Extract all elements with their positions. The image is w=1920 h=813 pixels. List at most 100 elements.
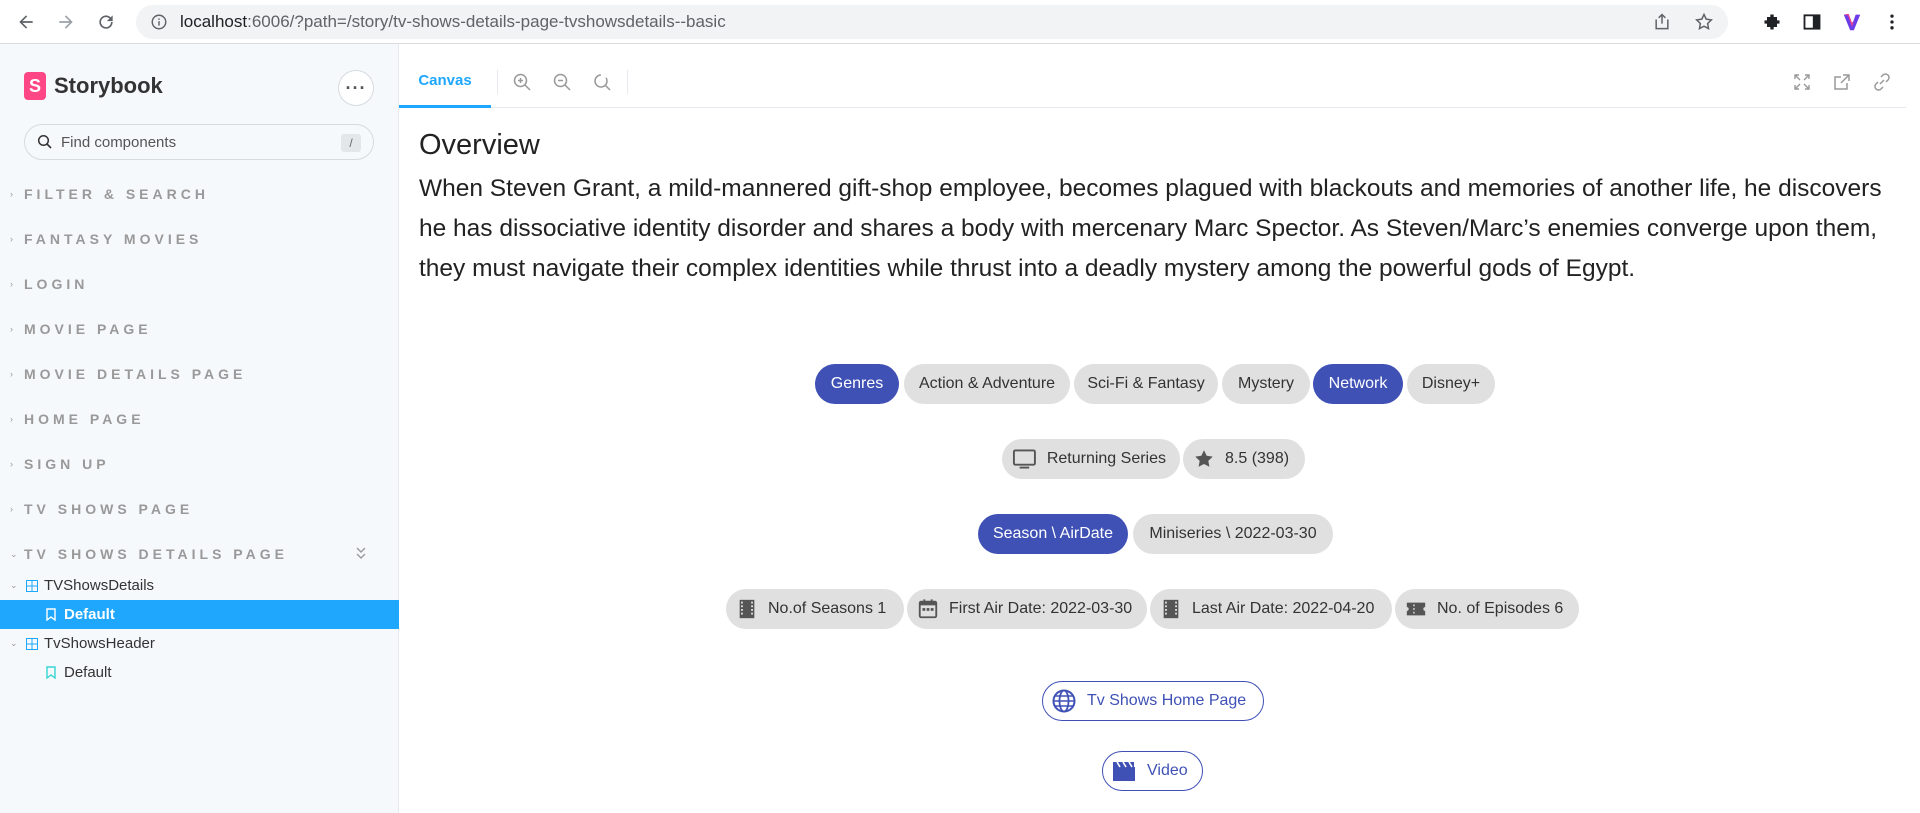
first-air-date-chip: First Air Date: 2022-03-30 [907,589,1147,629]
chevron-right-icon: › [10,369,13,379]
last-air-date-chip: Last Air Date: 2022-04-20 [1150,589,1392,629]
chevron-right-icon: › [10,504,13,514]
bookmark-icon [46,666,56,679]
browser-menu-icon[interactable] [1880,10,1904,34]
chevron-down-icon: ⌄ [10,548,18,559]
seasons-chip: No.of Seasons 1 [726,589,904,629]
address-bar[interactable]: localhost:6006/?path=/story/tv-shows-det… [136,5,1728,39]
extension-v-icon[interactable] [1840,10,1864,34]
zoom-in-icon[interactable] [512,72,532,92]
toolbar-divider [497,70,498,94]
sidebar-menu-button[interactable]: ··· [338,70,374,106]
group-tv-shows-page[interactable]: › TV SHOWS PAGE [10,501,193,517]
share-icon[interactable] [1652,12,1672,32]
storybook-sidebar: S Storybook ··· / › FILTER & SEARCH › FANT… [0,44,399,813]
component-icon [26,637,38,650]
overview-text: When Steven Grant, a mild-mannered gift-… [419,175,1882,282]
storybook-logo-icon: S [24,72,46,100]
home-page-label: Tv Shows Home Page [1087,692,1247,709]
group-tv-shows-details-page[interactable]: ⌄ TV SHOWS DETAILS PAGE [10,546,288,562]
chevron-right-icon: › [10,324,13,334]
last-air-date-label: Last Air Date: 2022-04-20 [1192,600,1375,617]
video-button[interactable]: Video [1102,751,1203,791]
back-icon[interactable] [8,4,44,40]
canvas-toolbar: Canvas [399,56,1906,108]
open-new-tab-icon[interactable] [1832,72,1852,92]
group-label: SIGN UP [24,456,110,472]
group-label: TV SHOWS DETAILS PAGE [24,546,288,562]
zoom-out-icon[interactable] [552,72,572,92]
calendar-icon [918,599,938,619]
genre-chip: Mystery [1222,364,1310,404]
tree-component-tvshowsdetails[interactable]: ⌄ TVShowsDetails [0,571,399,600]
side-panel-icon[interactable] [1800,10,1824,34]
component-icon [26,579,38,592]
overview-title: Overview [419,129,540,161]
chevron-right-icon: › [10,459,13,469]
fullscreen-icon[interactable] [1792,72,1812,92]
season-value-chip: Miniseries \ 2022-03-30 [1133,514,1333,554]
rating-label: 8.5 (398) [1225,450,1290,467]
group-filter-search[interactable]: › FILTER & SEARCH [10,186,209,202]
genres-chip: Genres [815,364,899,404]
search-shortcut-badge: / [341,134,361,152]
copy-link-icon[interactable] [1872,72,1892,92]
search-input[interactable] [61,133,331,151]
clapperboard-icon [1113,761,1135,781]
storybook-brand[interactable]: S Storybook [24,72,163,100]
episodes-chip: No. of Episodes 6 [1395,589,1579,629]
bookmark-star-icon[interactable] [1694,12,1714,32]
group-movie-page[interactable]: › MOVIE PAGE [10,321,152,337]
chevron-right-icon: › [10,414,13,424]
group-home-page[interactable]: › HOME PAGE [10,411,145,427]
seasons-label: No.of Seasons 1 [768,600,887,617]
tree-label: Default [64,606,115,623]
tree-component-tvshowsheader[interactable]: ⌄ TvShowsHeader [0,629,399,658]
tab-canvas[interactable]: Canvas [399,56,491,108]
group-sign-up[interactable]: › SIGN UP [10,456,110,472]
network-value-chip: Disney+ [1407,364,1495,404]
chevron-down-icon: ⌄ [10,580,18,590]
group-movie-details-page[interactable]: › MOVIE DETAILS PAGE [10,366,246,382]
chevron-right-icon: › [10,189,13,199]
zoom-reset-icon[interactable] [592,72,612,92]
tree-story-tvshowsheader-default[interactable]: Default [0,658,399,687]
tree-story-tvshowsdetails-default[interactable]: Default [0,600,399,629]
tree-label: TVShowsDetails [44,577,155,594]
video-label: Video [1147,762,1188,779]
chevron-down-icon: ⌄ [10,638,18,648]
ticket-icon [1406,602,1426,616]
extensions-icon[interactable] [1760,10,1784,34]
reload-icon[interactable] [88,4,124,40]
forward-icon[interactable] [48,4,84,40]
search-icon [37,134,52,149]
tv-shows-home-page-button[interactable]: Tv Shows Home Page [1042,681,1264,721]
chevron-right-icon: › [10,279,13,289]
url-text: localhost:6006/?path=/story/tv-shows-det… [180,12,726,31]
globe-icon [1052,689,1076,713]
network-chip: Network [1313,364,1403,404]
tv-icon [1012,449,1036,469]
group-fantasy-movies[interactable]: › FANTASY MOVIES [10,231,202,247]
group-label: FILTER & SEARCH [24,186,209,202]
chevron-right-icon: › [10,234,13,244]
group-label: TV SHOWS PAGE [24,501,194,517]
season-airdate-chip: Season \ AirDate [978,514,1128,554]
film-strip-icon [739,599,755,619]
genre-chip: Action & Adventure [904,364,1070,404]
collapse-all-icon[interactable] [354,546,368,560]
episodes-label: No. of Episodes 6 [1437,600,1564,617]
star-icon [1195,450,1213,467]
group-label: FANTASY MOVIES [24,231,203,247]
tree-label: Default [64,664,112,681]
group-label: HOME PAGE [24,411,145,427]
find-components-search[interactable]: / [24,124,374,160]
status-label: Returning Series [1046,450,1166,467]
tree-label: TvShowsHeader [44,635,155,652]
site-info-icon[interactable] [150,13,168,31]
brand-title: Storybook [54,73,163,98]
film-strip-icon [1163,599,1179,619]
group-login[interactable]: › LOGIN [10,276,88,292]
toolbar-divider [627,70,628,94]
story-preview: Overview When Steven Grant, a mild-manne… [399,109,1920,813]
